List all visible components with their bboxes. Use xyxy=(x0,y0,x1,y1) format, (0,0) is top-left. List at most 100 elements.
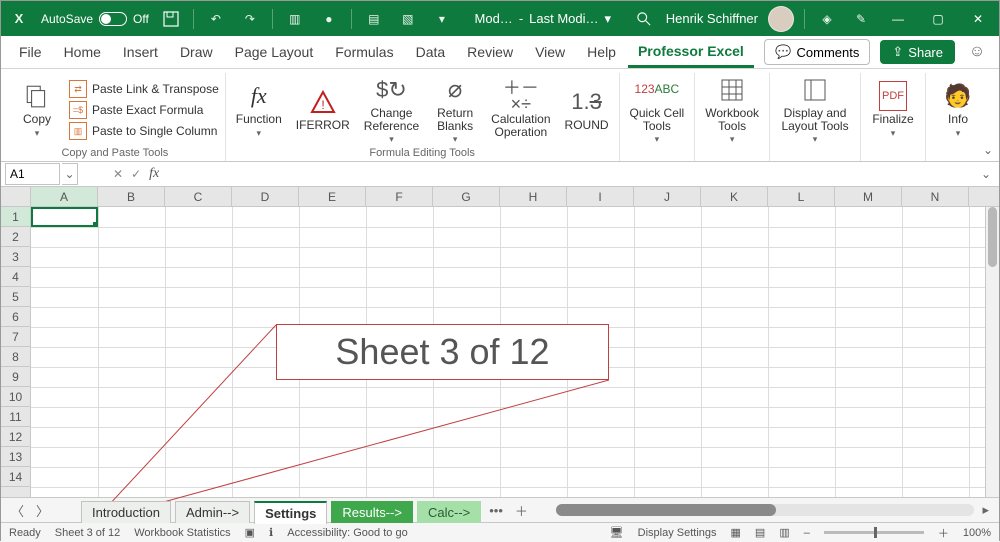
minimize-button[interactable]: — xyxy=(883,12,913,26)
iferror-button[interactable]: !IFERROR xyxy=(292,75,354,145)
display-layout-button[interactable]: Display and Layout Tools▾ xyxy=(776,75,854,145)
row-header-12[interactable]: 12 xyxy=(1,427,30,447)
col-header-A[interactable]: A xyxy=(31,187,98,206)
tab-formulas[interactable]: Formulas xyxy=(325,38,403,66)
record-macro-icon[interactable]: ▣ xyxy=(245,526,255,539)
col-header-I[interactable]: I xyxy=(567,187,634,206)
function-button[interactable]: fxFunction▾ xyxy=(232,75,286,145)
new-sheet-button[interactable]: ＋ xyxy=(511,501,532,520)
status-workbook-stats[interactable]: Workbook Statistics xyxy=(134,527,230,539)
tab-review[interactable]: Review xyxy=(457,38,523,66)
accept-formula-icon[interactable]: ✓ xyxy=(131,167,141,181)
search-icon[interactable] xyxy=(632,7,656,31)
vertical-scroll-thumb[interactable] xyxy=(988,207,997,267)
sheet-nav-prev[interactable]: 〈 xyxy=(7,501,28,520)
smiley-icon[interactable]: ☺ xyxy=(963,43,991,61)
info-button[interactable]: 🧑Info▾ xyxy=(932,75,984,145)
qat-icon-2[interactable]: ● xyxy=(317,7,341,31)
row-header-7[interactable]: 7 xyxy=(1,327,30,347)
sheet-tabs-more[interactable]: ••• xyxy=(485,503,507,518)
collapse-ribbon-icon[interactable]: ⌄ xyxy=(983,143,993,157)
col-header-K[interactable]: K xyxy=(701,187,768,206)
view-normal-icon[interactable]: ▦ xyxy=(731,526,741,539)
share-button[interactable]: ⇪ Share xyxy=(880,40,955,64)
brush-icon[interactable]: ✎ xyxy=(849,7,873,31)
user-avatar[interactable] xyxy=(768,6,794,32)
row-header-5[interactable]: 5 xyxy=(1,287,30,307)
col-header-E[interactable]: E xyxy=(299,187,366,206)
row-header-9[interactable]: 9 xyxy=(1,367,30,387)
name-box[interactable]: A1 xyxy=(5,163,60,185)
row-header-2[interactable]: 2 xyxy=(1,227,30,247)
tab-help[interactable]: Help xyxy=(577,38,626,66)
col-header-C[interactable]: C xyxy=(165,187,232,206)
qat-icon-1[interactable]: ▥ xyxy=(283,7,307,31)
row-header-1[interactable]: 1 xyxy=(1,207,30,227)
diamond-icon[interactable]: ◈ xyxy=(815,7,839,31)
close-button[interactable]: ✕ xyxy=(963,12,993,26)
tab-home[interactable]: Home xyxy=(54,38,111,66)
col-header-N[interactable]: N xyxy=(902,187,969,206)
workbook-tools-button[interactable]: Workbook Tools▾ xyxy=(701,75,763,145)
row-header-11[interactable]: 11 xyxy=(1,407,30,427)
col-header-H[interactable]: H xyxy=(500,187,567,206)
sheet-tab-introduction[interactable]: Introduction xyxy=(81,501,171,523)
change-reference-button[interactable]: $↻Change Reference▾ xyxy=(360,75,423,145)
finalize-button[interactable]: PDFFinalize▾ xyxy=(867,75,919,145)
row-header-13[interactable]: 13 xyxy=(1,447,30,467)
zoom-in-icon[interactable]: ＋ xyxy=(938,525,949,541)
tab-draw[interactable]: Draw xyxy=(170,38,223,66)
paste-link-transpose[interactable]: ⇄Paste Link & Transpose xyxy=(69,80,219,98)
col-header-D[interactable]: D xyxy=(232,187,299,206)
horizontal-scrollbar[interactable] xyxy=(556,504,975,516)
dropdown-icon[interactable]: ▾ xyxy=(605,11,612,27)
cancel-formula-icon[interactable]: ✕ xyxy=(113,167,123,181)
fx-icon[interactable]: fx xyxy=(149,166,159,182)
zoom-slider[interactable] xyxy=(824,531,924,534)
sheet-nav-next[interactable]: 〉 xyxy=(32,501,53,520)
row-header-8[interactable]: 8 xyxy=(1,347,30,367)
view-page-break-icon[interactable]: ▥ xyxy=(779,526,789,539)
col-header-B[interactable]: B xyxy=(98,187,165,206)
tab-page-layout[interactable]: Page Layout xyxy=(225,38,324,66)
sheet-tab-results[interactable]: Results--> xyxy=(331,501,413,523)
zoom-out-icon[interactable]: – xyxy=(804,527,810,539)
tab-data[interactable]: Data xyxy=(406,38,456,66)
row-header-6[interactable]: 6 xyxy=(1,307,30,327)
col-header-L[interactable]: L xyxy=(768,187,835,206)
select-all-corner[interactable] xyxy=(1,187,31,206)
tab-file[interactable]: File xyxy=(9,38,52,66)
hscroll-right-icon[interactable]: ▸ xyxy=(978,502,993,518)
undo-icon[interactable]: ↶ xyxy=(204,7,228,31)
sheet-tab-settings[interactable]: Settings xyxy=(254,501,327,524)
horizontal-scroll-thumb[interactable] xyxy=(556,504,776,516)
maximize-button[interactable]: ▢ xyxy=(923,12,953,26)
tab-view[interactable]: View xyxy=(525,38,575,66)
redo-icon[interactable]: ↷ xyxy=(238,7,262,31)
expand-formula-bar-icon[interactable]: ⌄ xyxy=(981,167,991,181)
status-accessibility[interactable]: Accessibility: Good to go xyxy=(287,527,407,539)
row-header-4[interactable]: 4 xyxy=(1,267,30,287)
row-header-14[interactable]: 14 xyxy=(1,467,30,487)
autosave-toggle[interactable]: AutoSave Off xyxy=(41,12,149,26)
round-button[interactable]: 1.3ROUND xyxy=(561,75,613,145)
qat-icon-4[interactable]: ▧ xyxy=(396,7,420,31)
zoom-value[interactable]: 100% xyxy=(963,527,991,539)
copy-button[interactable]: Copy ▾ xyxy=(11,75,63,145)
row-header-3[interactable]: 3 xyxy=(1,247,30,267)
overflow-icon[interactable]: ▾ xyxy=(430,7,454,31)
quick-cell-tools-button[interactable]: 123ABCQuick Cell Tools▾ xyxy=(626,75,689,145)
sheet-tab-calc[interactable]: Calc--> xyxy=(417,501,481,523)
name-box-dropdown[interactable]: ⌄ xyxy=(62,163,78,185)
return-blanks-button[interactable]: ⌀Return Blanks▾ xyxy=(429,75,481,145)
col-header-M[interactable]: M xyxy=(835,187,902,206)
active-cell[interactable] xyxy=(31,207,98,227)
col-header-G[interactable]: G xyxy=(433,187,500,206)
view-page-layout-icon[interactable]: ▤ xyxy=(755,526,765,539)
tab-insert[interactable]: Insert xyxy=(113,38,168,66)
save-icon[interactable] xyxy=(159,7,183,31)
qat-icon-3[interactable]: ▤ xyxy=(362,7,386,31)
status-display[interactable]: Display Settings xyxy=(638,527,717,539)
comments-button[interactable]: 💬 Comments xyxy=(764,39,870,65)
calculation-operation-button[interactable]: ＋－×÷Calculation Operation xyxy=(487,75,554,145)
